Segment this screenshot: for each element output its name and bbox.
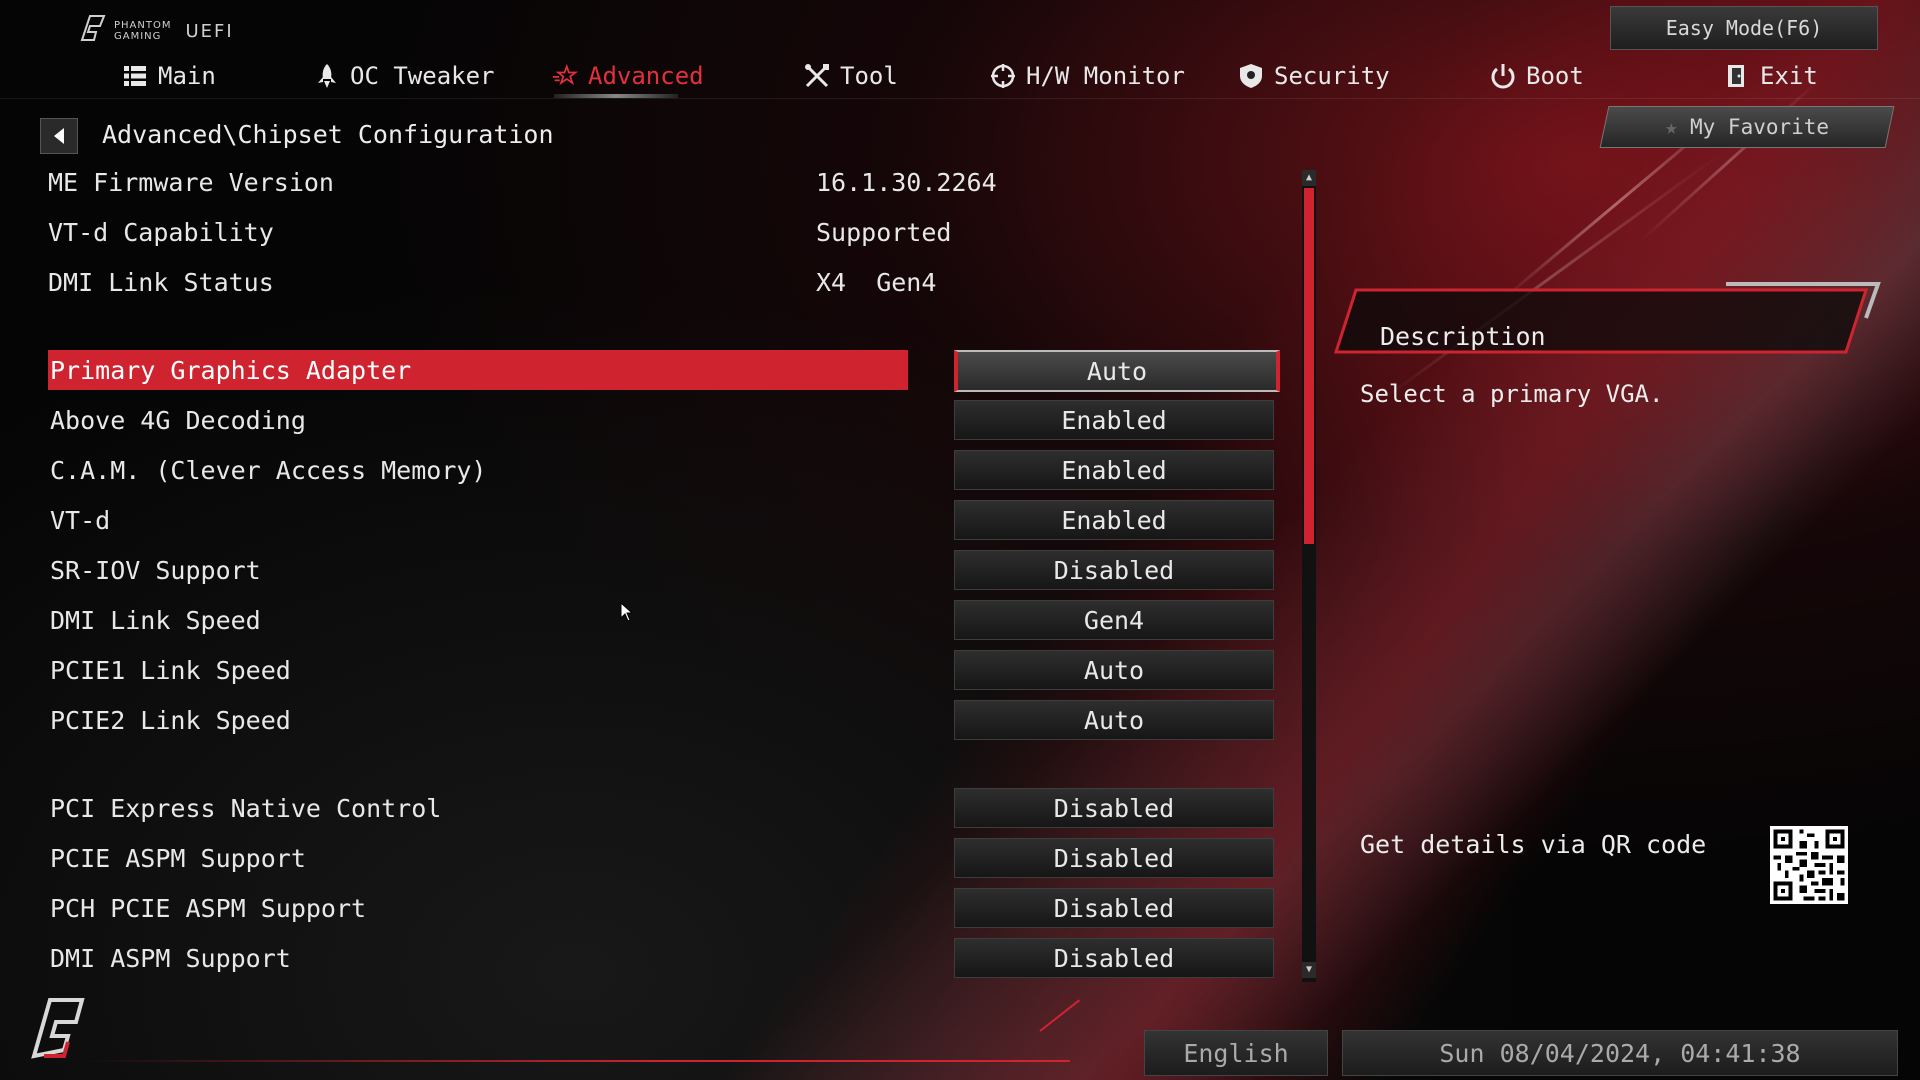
tab-oc-tweaker-label: OC Tweaker <box>350 62 495 90</box>
power-icon <box>1491 64 1515 89</box>
setting-pcie-aspm-support[interactable]: PCIE ASPM Support <box>48 838 908 878</box>
tab-advanced[interactable]: Advanced <box>552 54 704 98</box>
setting-dmi-link-speed[interactable]: DMI Link Speed <box>48 600 908 640</box>
tab-main-label: Main <box>158 62 216 90</box>
setting-dmi-aspm-support[interactable]: DMI ASPM Support <box>48 938 908 978</box>
crosshair-icon <box>991 64 1015 88</box>
setting-sr-iov-support[interactable]: SR-IOV Support <box>48 550 908 590</box>
value-vt-d[interactable]: Enabled <box>954 500 1274 540</box>
setting-pch-pcie-aspm-support[interactable]: PCH PCIE ASPM Support <box>48 888 908 928</box>
value-cam[interactable]: Enabled <box>954 450 1274 490</box>
phantom-gaming-logo-icon <box>80 15 106 41</box>
setting-vt-d[interactable]: VT-d <box>48 500 908 540</box>
info-value-dmi-link-status: X4 Gen4 <box>816 268 937 297</box>
tab-exit-label: Exit <box>1760 62 1818 90</box>
tab-tool[interactable]: Tool <box>804 54 898 98</box>
my-favorite-label: My Favorite <box>1689 115 1829 139</box>
star-icon <box>552 63 578 86</box>
value-above-4g-decoding[interactable]: Enabled <box>954 400 1274 440</box>
tab-security-label: Security <box>1274 62 1390 90</box>
tab-security[interactable]: Security <box>1238 54 1390 98</box>
description-text: Select a primary VGA. <box>1360 380 1664 408</box>
value-pcie2-link-speed[interactable]: Auto <box>954 700 1274 740</box>
language-button[interactable]: English <box>1144 1030 1328 1076</box>
tab-tool-label: Tool <box>840 62 898 90</box>
brand-uefi: UEFI <box>185 21 234 42</box>
main-nav: Main OC Tweaker Advanced Tool H/W Monito… <box>0 54 1920 98</box>
value-pci-express-native-control[interactable]: Disabled <box>954 788 1274 828</box>
scroll-down-arrow-icon[interactable]: ▼ <box>1302 962 1316 978</box>
shield-icon <box>1240 64 1262 88</box>
setting-primary-graphics-adapter[interactable]: Primary Graphics Adapter <box>48 350 908 390</box>
footer-accent-line <box>80 1060 1070 1062</box>
nav-divider <box>0 98 1920 99</box>
tab-hw-monitor-label: H/W Monitor <box>1026 62 1185 90</box>
scroll-up-arrow-icon[interactable]: ▲ <box>1302 170 1316 186</box>
setting-pcie2-link-speed[interactable]: PCIE2 Link Speed <box>48 700 908 740</box>
tab-main[interactable]: Main <box>122 54 216 98</box>
value-dmi-aspm-support[interactable]: Disabled <box>954 938 1274 978</box>
info-label-dmi-link-status: DMI Link Status <box>48 268 274 297</box>
tab-hw-monitor[interactable]: H/W Monitor <box>990 54 1185 98</box>
my-favorite-button[interactable]: ★ My Favorite <box>1599 106 1895 148</box>
scrollbar-thumb[interactable] <box>1304 188 1314 544</box>
star-icon: ★ <box>1665 115 1678 139</box>
info-label-vtd-capability: VT-d Capability <box>48 218 274 247</box>
datetime-display[interactable]: Sun 08/04/2024, 04:41:38 <box>1342 1030 1898 1076</box>
back-arrow-icon <box>54 128 64 144</box>
description-title: Description <box>1380 322 1546 351</box>
exit-door-icon <box>1728 65 1744 87</box>
qr-code-label: Get details via QR code <box>1360 830 1707 859</box>
setting-cam[interactable]: C.A.M. (Clever Access Memory) <box>48 450 908 490</box>
rocket-icon <box>318 64 336 88</box>
setting-pcie1-link-speed[interactable]: PCIE1 Link Speed <box>48 650 908 690</box>
value-pcie1-link-speed[interactable]: Auto <box>954 650 1274 690</box>
brand: PHANTOM GAMING UEFI <box>76 14 234 42</box>
back-button[interactable] <box>40 118 78 154</box>
tools-icon <box>805 64 829 88</box>
brand-line2: GAMING <box>114 31 162 42</box>
tab-advanced-label: Advanced <box>588 62 704 90</box>
value-pch-pcie-aspm-support[interactable]: Disabled <box>954 888 1274 928</box>
info-label-me-firmware: ME Firmware Version <box>48 168 334 197</box>
qr-code-icon[interactable] <box>1770 826 1848 904</box>
value-sr-iov-support[interactable]: Disabled <box>954 550 1274 590</box>
setting-pci-express-native-control[interactable]: PCI Express Native Control <box>48 788 908 828</box>
tab-exit[interactable]: Exit <box>1724 54 1818 98</box>
phantom-gaming-footer-logo-icon <box>31 998 85 1059</box>
value-dmi-link-speed[interactable]: Gen4 <box>954 600 1274 640</box>
easy-mode-button[interactable]: Easy Mode(F6) <box>1610 6 1878 50</box>
value-pcie-aspm-support[interactable]: Disabled <box>954 838 1274 878</box>
tab-oc-tweaker[interactable]: OC Tweaker <box>314 54 495 98</box>
brand-line1: PHANTOM <box>114 20 172 31</box>
info-value-me-firmware: 16.1.30.2264 <box>816 168 997 197</box>
setting-above-4g-decoding[interactable]: Above 4G Decoding <box>48 400 908 440</box>
tab-boot-label: Boot <box>1526 62 1584 90</box>
breadcrumb: Advanced\Chipset Configuration <box>102 120 554 149</box>
info-value-vtd-capability: Supported <box>816 218 952 247</box>
list-icon <box>124 66 146 86</box>
tab-boot[interactable]: Boot <box>1490 54 1584 98</box>
mouse-cursor-icon <box>620 602 634 622</box>
value-primary-graphics-adapter[interactable]: Auto <box>954 350 1280 392</box>
